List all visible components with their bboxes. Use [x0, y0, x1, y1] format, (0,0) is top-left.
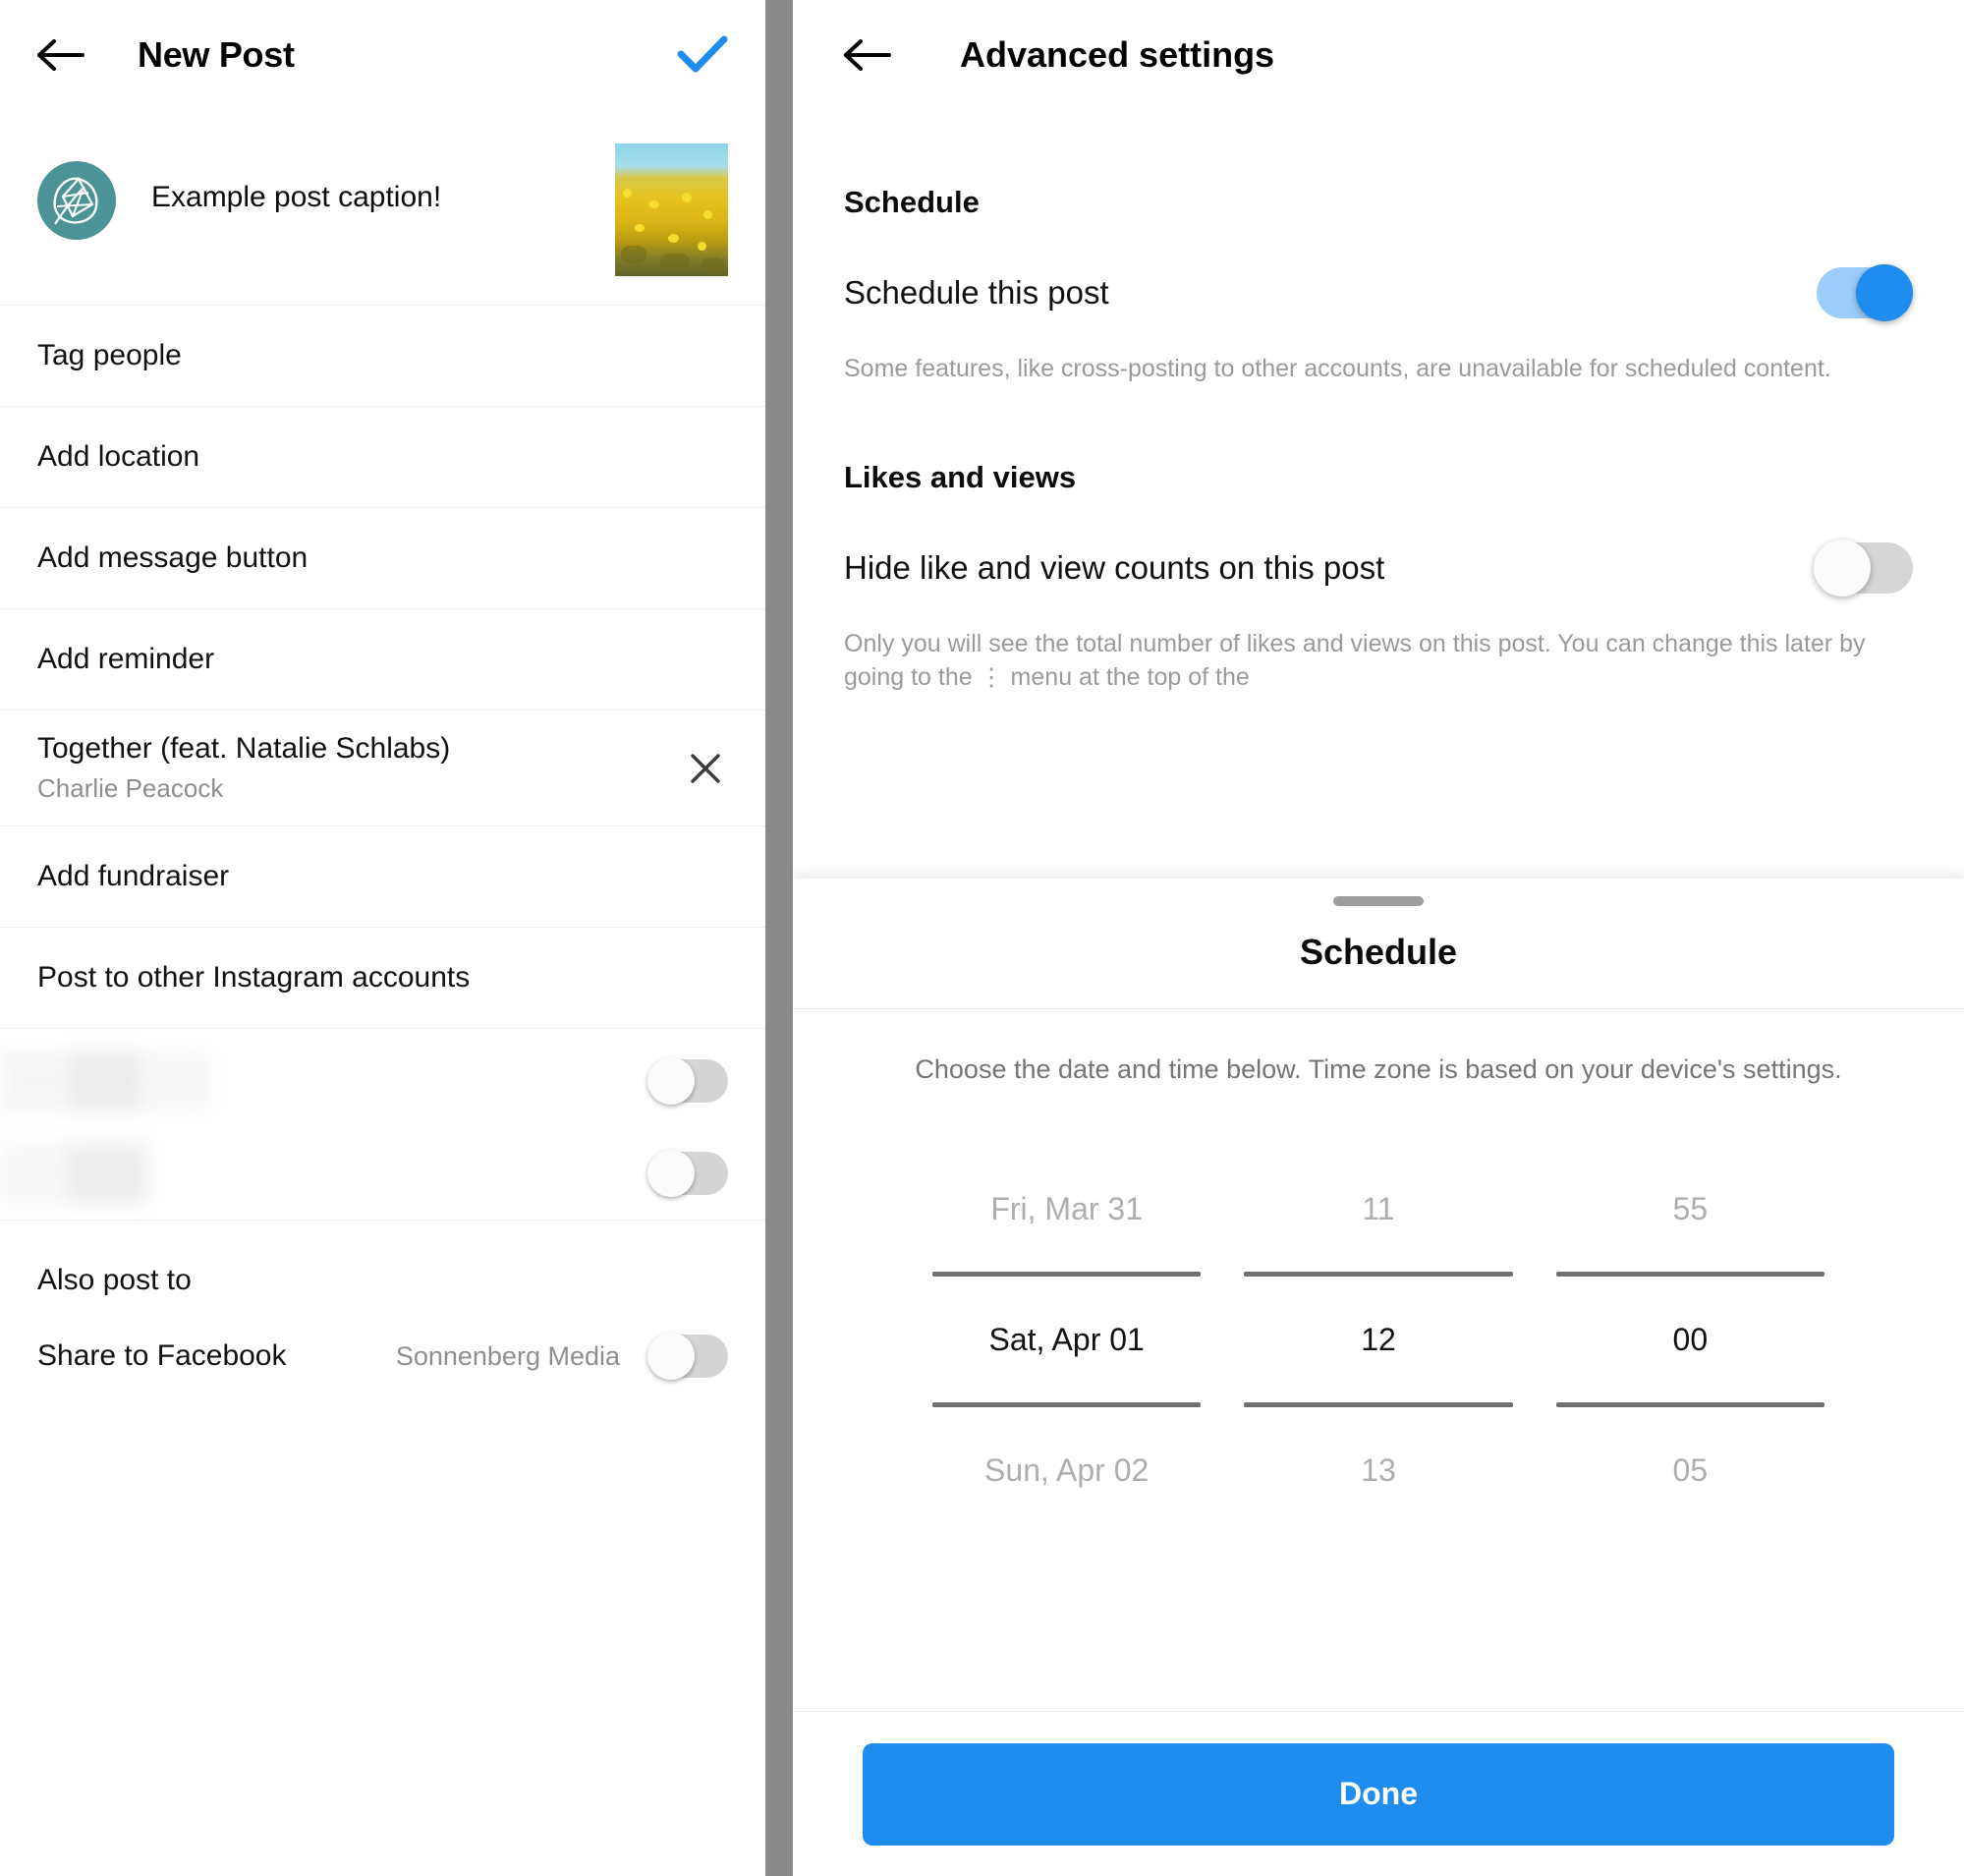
checkmark-icon[interactable]	[677, 34, 728, 76]
hour-option-selected[interactable]: 12	[1222, 1277, 1534, 1402]
minute-option-below[interactable]: 05	[1535, 1407, 1846, 1533]
list-item-music-track[interactable]: Together (feat. Natalie Schlabs) Charlie…	[0, 710, 765, 825]
also-post-to-label: Also post to	[0, 1220, 765, 1311]
list-item-add-message-button[interactable]: Add message button	[0, 507, 765, 608]
list-item-add-location[interactable]: Add location	[0, 406, 765, 507]
hide-like-counts-row[interactable]: Hide like and view counts on this post	[793, 495, 1964, 597]
minute-option-above[interactable]: 55	[1535, 1146, 1846, 1272]
cross-post-label: Post to other Instagram accounts	[37, 961, 471, 994]
sheet-footer: Done	[793, 1711, 1964, 1876]
leaf-logo-avatar	[37, 161, 116, 240]
post-caption: Example post caption!	[151, 181, 442, 213]
list-item-redacted-account[interactable]	[0, 1035, 765, 1127]
list-item-tag-people[interactable]: Tag people	[0, 305, 765, 406]
schedule-this-post-toggle[interactable]	[1817, 264, 1913, 321]
post-thumbnail[interactable]	[615, 143, 728, 276]
list-item-label: Add reminder	[37, 643, 215, 675]
list-item-add-fundraiser[interactable]: Add fundraiser	[0, 825, 765, 927]
hour-option-above[interactable]: 11	[1222, 1146, 1534, 1272]
account-toggle[interactable]	[647, 1150, 728, 1197]
schedule-section-heading: Schedule	[844, 185, 980, 219]
schedule-this-post-label: Schedule this post	[844, 274, 1109, 311]
list-item-label: Add location	[37, 440, 200, 473]
hour-wheel[interactable]: 11 12 13	[1222, 1146, 1534, 1533]
back-arrow-icon[interactable]	[844, 38, 893, 72]
post-preview[interactable]: Example post caption!	[0, 110, 765, 305]
schedule-this-post-row[interactable]: Schedule this post	[793, 220, 1964, 321]
done-button[interactable]: Done	[863, 1742, 1894, 1846]
redacted-account-name	[0, 1143, 147, 1204]
date-option-below[interactable]: Sun, Apr 02	[911, 1407, 1222, 1533]
list-item-label: Add message button	[37, 541, 309, 574]
hide-like-counts-label: Hide like and view counts on this post	[844, 549, 1385, 586]
list-item-label: Add fundraiser	[37, 860, 230, 892]
music-track-artist: Charlie Peacock	[37, 773, 224, 803]
share-to-facebook-label: Share to Facebook	[37, 1339, 287, 1372]
music-track-title: Together (feat. Natalie Schlabs)	[37, 732, 451, 765]
new-post-header: New Post	[0, 0, 765, 110]
schedule-help-text: Some features, like cross-posting to oth…	[844, 355, 1831, 382]
hide-like-counts-toggle[interactable]	[1814, 540, 1913, 597]
page-title: Advanced settings	[960, 34, 1275, 75]
sheet-title: Schedule	[1299, 932, 1458, 972]
account-toggle[interactable]	[647, 1057, 728, 1105]
panel-divider	[765, 0, 793, 1876]
schedule-bottom-sheet: Schedule Choose the date and time below.…	[793, 879, 1964, 1876]
advanced-settings-panel: Advanced settings Schedule Schedule this…	[793, 0, 1964, 1876]
sheet-drag-handle[interactable]	[1333, 896, 1424, 906]
minute-wheel[interactable]: 55 00 05	[1535, 1146, 1846, 1533]
hour-option-below[interactable]: 13	[1222, 1407, 1534, 1533]
cross-post-heading: Post to other Instagram accounts	[0, 927, 765, 1028]
sheet-description: Choose the date and time below. Time zon…	[915, 1054, 1842, 1084]
likes-help-text: Only you will see the total number of li…	[844, 630, 1866, 691]
datetime-picker[interactable]: Fri, Mar 31 Sat, Apr 01 Sun, Apr 02 11 1…	[793, 1146, 1964, 1533]
date-option-above[interactable]: Fri, Mar 31	[911, 1146, 1222, 1272]
date-wheel[interactable]: Fri, Mar 31 Sat, Apr 01 Sun, Apr 02	[911, 1146, 1222, 1533]
advanced-settings-header: Advanced settings	[793, 0, 1964, 110]
list-item-add-reminder[interactable]: Add reminder	[0, 608, 765, 710]
cross-post-accounts	[0, 1028, 765, 1220]
close-icon[interactable]	[683, 746, 728, 791]
page-title: New Post	[138, 34, 295, 75]
facebook-page-name: Sonnenberg Media	[395, 1340, 620, 1371]
list-item-share-to-facebook[interactable]: Share to Facebook Sonnenberg Media	[0, 1311, 765, 1380]
dual-screenshot-container: New Post Example post caption! Tag peopl…	[0, 0, 1964, 1876]
date-option-selected[interactable]: Sat, Apr 01	[911, 1277, 1222, 1402]
list-item-redacted-account[interactable]	[0, 1127, 765, 1220]
minute-option-selected[interactable]: 00	[1535, 1277, 1846, 1402]
back-arrow-icon[interactable]	[37, 38, 86, 72]
list-item-label: Tag people	[37, 339, 182, 371]
likes-section-heading: Likes and views	[844, 460, 1077, 494]
redacted-account-name	[0, 1051, 211, 1111]
new-post-panel: New Post Example post caption! Tag peopl…	[0, 0, 765, 1876]
facebook-toggle[interactable]	[647, 1333, 728, 1380]
